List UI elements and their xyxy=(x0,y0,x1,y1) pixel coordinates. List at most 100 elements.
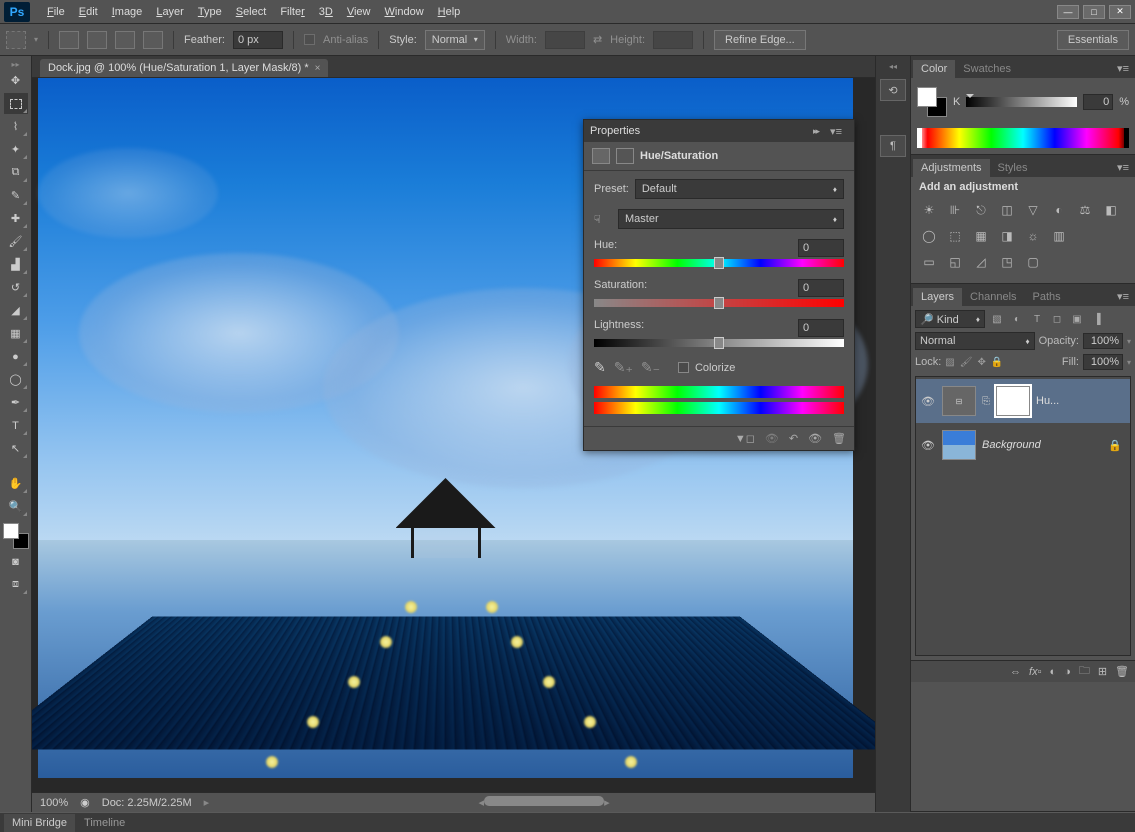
workspace-essentials-button[interactable]: Essentials xyxy=(1057,30,1129,50)
color-panel-menu-icon[interactable]: ▾≡ xyxy=(1111,59,1135,78)
marquee-tool[interactable] xyxy=(4,93,28,114)
menu-view[interactable]: View xyxy=(340,3,378,21)
style-select[interactable]: Normal▾ xyxy=(425,30,485,50)
posterize-icon[interactable]: ☼ xyxy=(1023,227,1043,245)
selection-subtract-icon[interactable] xyxy=(115,31,135,49)
doc-info[interactable]: Doc: 2.25M/2.25M xyxy=(102,797,192,809)
levels-icon[interactable]: ⊪ xyxy=(945,201,965,219)
swatches-tab[interactable]: Swatches xyxy=(955,60,1019,78)
layer-mask-thumb[interactable] xyxy=(996,386,1030,416)
threshold-icon[interactable]: ▥ xyxy=(1049,227,1069,245)
filter-type-icon[interactable]: T xyxy=(1029,312,1045,326)
channels-tab[interactable]: Channels xyxy=(962,288,1024,306)
filter-shape-icon[interactable]: ◻ xyxy=(1049,312,1065,326)
lock-pixels-icon[interactable]: 🖌 xyxy=(960,357,973,368)
zoom-level[interactable]: 100% xyxy=(40,797,68,809)
layer-visibility-icon[interactable]: 👁 xyxy=(920,439,936,452)
spectrum-picker[interactable] xyxy=(917,128,1129,148)
clip-to-layer-icon[interactable]: ▼◻ xyxy=(735,432,755,445)
black-white-icon[interactable]: ◧ xyxy=(1101,201,1121,219)
adjustments-tab[interactable]: Adjustments xyxy=(913,159,990,177)
window-minimize-button[interactable]: — xyxy=(1057,5,1079,19)
menu-window[interactable]: Window xyxy=(378,3,431,21)
color-balance-icon[interactable]: ⚖ xyxy=(1075,201,1095,219)
pen-tool[interactable]: ✒ xyxy=(4,392,28,413)
channel-value-input[interactable] xyxy=(1083,94,1113,110)
layers-panel-menu-icon[interactable]: ▾≡ xyxy=(1111,287,1135,306)
menu-edit[interactable]: Edit xyxy=(72,3,105,21)
gradient-map-icon[interactable]: ▭ xyxy=(919,253,939,271)
vibrance-icon[interactable]: ▽ xyxy=(1023,201,1043,219)
colorize-checkbox[interactable] xyxy=(678,362,689,373)
eyedropper-icon[interactable]: ✎ xyxy=(594,359,606,376)
refine-edge-button[interactable]: Refine Edge... xyxy=(714,30,806,50)
panel-grip-icon[interactable]: ◂◂ xyxy=(889,62,897,71)
lightness-value-input[interactable] xyxy=(798,319,844,337)
properties-panel[interactable]: Properties ▸▸ ▾≡ Hue/Saturation Preset: … xyxy=(583,119,855,451)
zoom-tool[interactable]: 🔍 xyxy=(4,496,28,517)
layers-tab[interactable]: Layers xyxy=(913,288,962,306)
eyedropper-tool[interactable]: ✎ xyxy=(4,185,28,206)
color-lookup-icon[interactable]: ▦ xyxy=(971,227,991,245)
menu-image[interactable]: Image xyxy=(105,3,150,21)
character-panel-button[interactable]: ¶ xyxy=(880,135,906,157)
foreground-background-colors[interactable] xyxy=(3,523,29,549)
menu-filter[interactable]: Filter xyxy=(273,3,311,21)
invert-icon[interactable]: ◨ xyxy=(997,227,1017,245)
channel-mixer-icon[interactable]: ⬚ xyxy=(945,227,965,245)
layer-mask-icon[interactable]: ◐ xyxy=(1050,666,1057,678)
toggle-visibility-icon[interactable]: 👁 xyxy=(808,432,822,445)
screen-mode-tool[interactable]: ⧈ xyxy=(4,574,28,595)
filter-pixel-icon[interactable]: ▧ xyxy=(989,312,1005,326)
paths-tab[interactable]: Paths xyxy=(1025,288,1069,306)
new-layer-icon[interactable]: ⊞ xyxy=(1098,665,1107,678)
hue-saturation-icon[interactable]: ◐ xyxy=(1049,201,1069,219)
history-brush-tool[interactable]: ↺ xyxy=(4,277,28,298)
window-maximize-button[interactable]: □ xyxy=(1083,5,1105,19)
menu-help[interactable]: Help xyxy=(431,3,468,21)
layer-link-icon[interactable]: ⎘ xyxy=(982,396,990,407)
eraser-tool[interactable]: ◢ xyxy=(4,300,28,321)
healing-brush-tool[interactable]: ✚ xyxy=(4,208,28,229)
timeline-tab[interactable]: Timeline xyxy=(76,814,133,832)
layer-fx-icon[interactable]: fx▫ xyxy=(1029,666,1041,678)
path-selection-tool[interactable]: ↖ xyxy=(4,438,28,459)
hue-value-input[interactable] xyxy=(798,239,844,257)
lock-all-icon[interactable]: 🔒 xyxy=(991,357,1003,368)
photo-filter-icon[interactable]: ◯ xyxy=(919,227,939,245)
brightness-contrast-icon[interactable]: ☀ xyxy=(919,201,939,219)
layer-filter-kind[interactable]: 🔎 Kind♦ xyxy=(915,310,985,328)
color-tab[interactable]: Color xyxy=(913,60,955,78)
menu-file[interactable]: File xyxy=(40,3,72,21)
selection-intersect-icon[interactable] xyxy=(143,31,163,49)
lock-transparency-icon[interactable]: ▨ xyxy=(945,357,954,368)
adjustment-thumb-icon[interactable]: ⊟ xyxy=(942,386,976,416)
menu-type[interactable]: Type xyxy=(191,3,229,21)
selective-color-icon[interactable]: ◱ xyxy=(945,253,965,271)
lightness-slider[interactable] xyxy=(594,339,844,347)
blend-mode-select[interactable]: Normal♦ xyxy=(915,332,1035,350)
filter-smart-icon[interactable]: ▣ xyxy=(1069,312,1085,326)
document-tab-close-icon[interactable]: × xyxy=(315,63,321,74)
curves-icon[interactable]: ⎋ xyxy=(971,201,991,219)
color-swatch-pair[interactable] xyxy=(917,87,947,117)
crop-tool[interactable]: ⧉ xyxy=(4,162,28,183)
lock-position-icon[interactable]: ✥ xyxy=(977,357,985,368)
layer-name[interactable]: Hu... xyxy=(1036,395,1126,407)
grayscale-slider[interactable] xyxy=(966,97,1077,107)
layer-visibility-icon[interactable]: 👁 xyxy=(920,395,936,408)
preset-select[interactable]: Default♦ xyxy=(635,179,844,199)
filter-toggle-icon[interactable]: ▐ xyxy=(1089,312,1105,326)
mini-bridge-tab[interactable]: Mini Bridge xyxy=(4,814,75,832)
adjustment-icon-5[interactable]: ▢ xyxy=(1023,253,1043,271)
menu-select[interactable]: Select xyxy=(229,3,274,21)
adjustment-icon-3[interactable]: ◿ xyxy=(971,253,991,271)
gradient-tool[interactable]: ▦ xyxy=(4,323,28,344)
status-icon[interactable]: ◉ xyxy=(80,796,90,809)
horizontal-scrollbar[interactable]: ◂ ▸ xyxy=(221,796,867,809)
exposure-icon[interactable]: ◫ xyxy=(997,201,1017,219)
document-tab[interactable]: Dock.jpg @ 100% (Hue/Saturation 1, Layer… xyxy=(40,59,328,77)
link-layers-icon[interactable]: ⇔ xyxy=(1010,666,1021,678)
styles-tab[interactable]: Styles xyxy=(990,159,1036,177)
layer-hue-saturation[interactable]: 👁 ⊟ ⎘ Hu... xyxy=(916,379,1130,423)
